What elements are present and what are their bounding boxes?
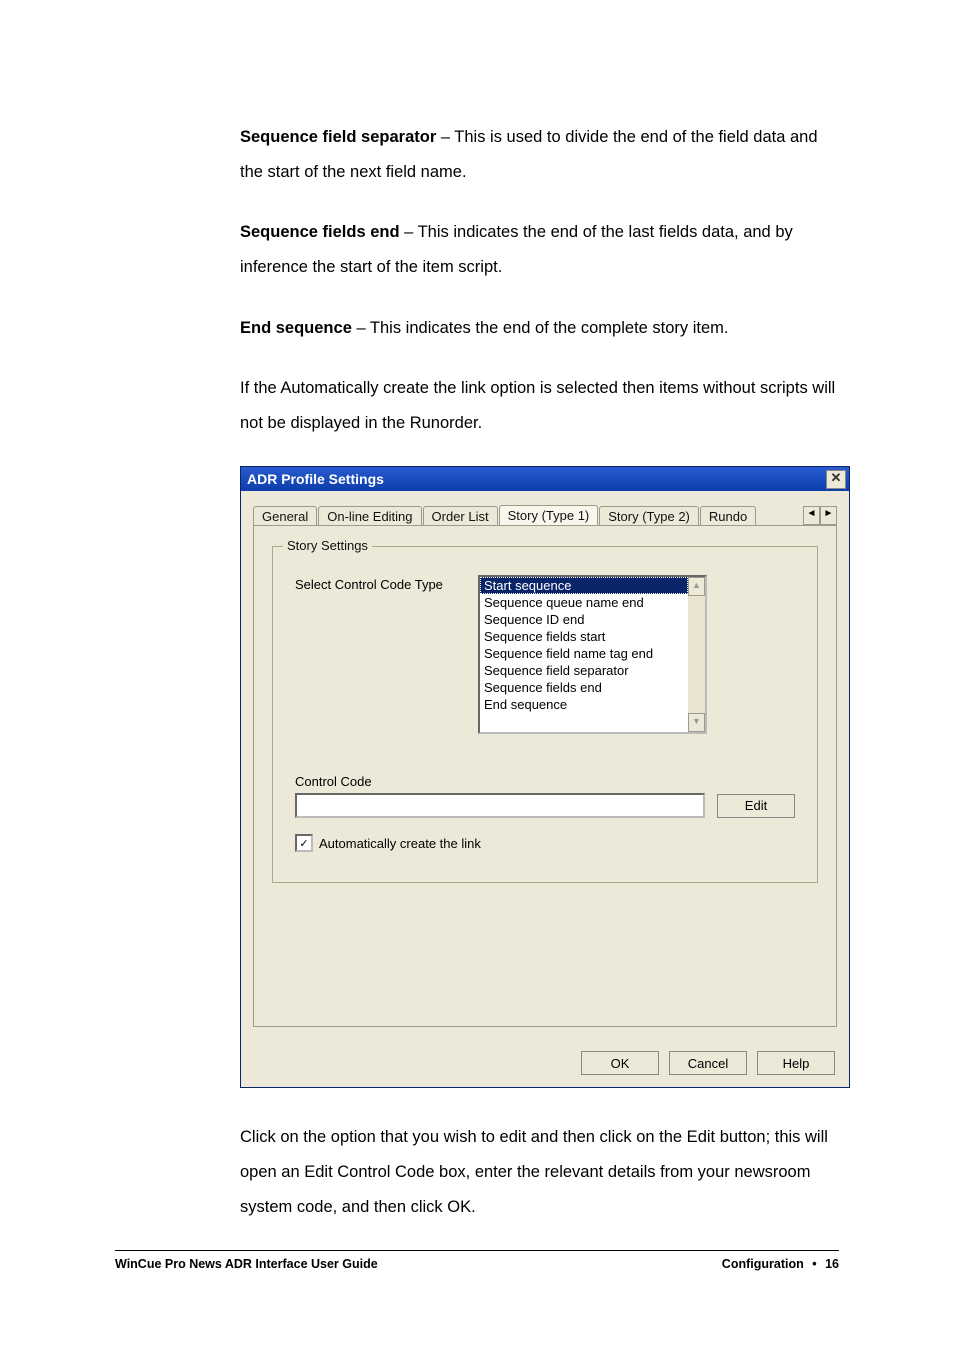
scroll-down-button[interactable]: ▼ (688, 713, 705, 732)
checkbox-icon: ✓ (295, 834, 313, 852)
tab-strip: General On-line Editing Order List Story… (253, 501, 837, 525)
tab-scroll-right[interactable]: ► (820, 506, 837, 525)
p2-term: Sequence fields end (240, 223, 400, 241)
scroll-track[interactable] (688, 596, 705, 713)
page-footer: WinCue Pro News ADR Interface User Guide… (115, 1242, 839, 1271)
list-item[interactable]: Sequence field separator (480, 662, 688, 679)
footer-section: Configuration (722, 1257, 804, 1271)
ok-button[interactable]: OK (581, 1051, 659, 1075)
dialog-titlebar: ADR Profile Settings ✕ (241, 467, 849, 491)
p1-term: Sequence field separator (240, 128, 436, 146)
help-button[interactable]: Help (757, 1051, 835, 1075)
footer-rule (115, 1250, 839, 1251)
tab-story-type-1[interactable]: Story (Type 1) (499, 505, 599, 525)
footer-left: WinCue Pro News ADR Interface User Guide (115, 1257, 378, 1271)
list-item[interactable]: Sequence field name tag end (480, 645, 688, 662)
footer-page-number: 16 (825, 1257, 839, 1271)
checkbox-label: Automatically create the link (319, 836, 481, 851)
tab-general[interactable]: General (253, 506, 317, 526)
footer-bullet-icon: • (807, 1257, 821, 1271)
control-code-input[interactable] (295, 793, 705, 818)
list-item[interactable]: Sequence ID end (480, 611, 688, 628)
cancel-button[interactable]: Cancel (669, 1051, 747, 1075)
tab-story-type-2[interactable]: Story (Type 2) (599, 506, 699, 526)
tab-rundown[interactable]: Rundo (700, 506, 756, 526)
tab-scroller: ◄ ► (803, 506, 837, 525)
close-icon: ✕ (831, 470, 842, 485)
paragraph-1: Sequence field separator – This is used … (240, 120, 839, 189)
close-button[interactable]: ✕ (826, 470, 846, 489)
list-item[interactable]: Sequence fields end (480, 679, 688, 696)
adr-profile-settings-dialog: ADR Profile Settings ✕ General On-line E… (240, 466, 850, 1088)
p3-text: – This indicates the end of the complete… (352, 319, 729, 337)
listbox-scrollbar: ▲ ▼ (688, 577, 705, 732)
list-item[interactable]: Start sequence (480, 577, 688, 594)
tab-panel-story-type-1: Story Settings Select Control Code Type … (253, 525, 837, 1027)
edit-button[interactable]: Edit (717, 794, 795, 818)
select-control-code-type-label: Select Control Code Type (295, 575, 460, 734)
control-code-type-listbox[interactable]: Start sequence Sequence queue name end S… (478, 575, 707, 734)
paragraph-2: Sequence fields end – This indicates the… (240, 215, 839, 284)
auto-create-link-checkbox[interactable]: ✓ Automatically create the link (295, 834, 795, 852)
paragraph-4: If the Automatically create the link opt… (240, 371, 839, 440)
list-item[interactable]: End sequence (480, 696, 688, 713)
scroll-up-button[interactable]: ▲ (688, 577, 705, 596)
list-item[interactable]: Sequence fields start (480, 628, 688, 645)
story-settings-group: Story Settings Select Control Code Type … (272, 546, 818, 883)
list-item[interactable]: Sequence queue name end (480, 594, 688, 611)
tab-online-editing[interactable]: On-line Editing (318, 506, 421, 526)
dialog-title: ADR Profile Settings (247, 471, 826, 487)
p3-term: End sequence (240, 319, 352, 337)
control-code-label: Control Code (295, 774, 795, 789)
paragraph-5: Click on the option that you wish to edi… (240, 1120, 839, 1224)
paragraph-3: End sequence – This indicates the end of… (240, 311, 839, 346)
dialog-button-row: OK Cancel Help (241, 1041, 849, 1087)
tab-scroll-left[interactable]: ◄ (803, 506, 820, 525)
tab-order-list[interactable]: Order List (423, 506, 498, 526)
groupbox-title: Story Settings (283, 538, 372, 553)
